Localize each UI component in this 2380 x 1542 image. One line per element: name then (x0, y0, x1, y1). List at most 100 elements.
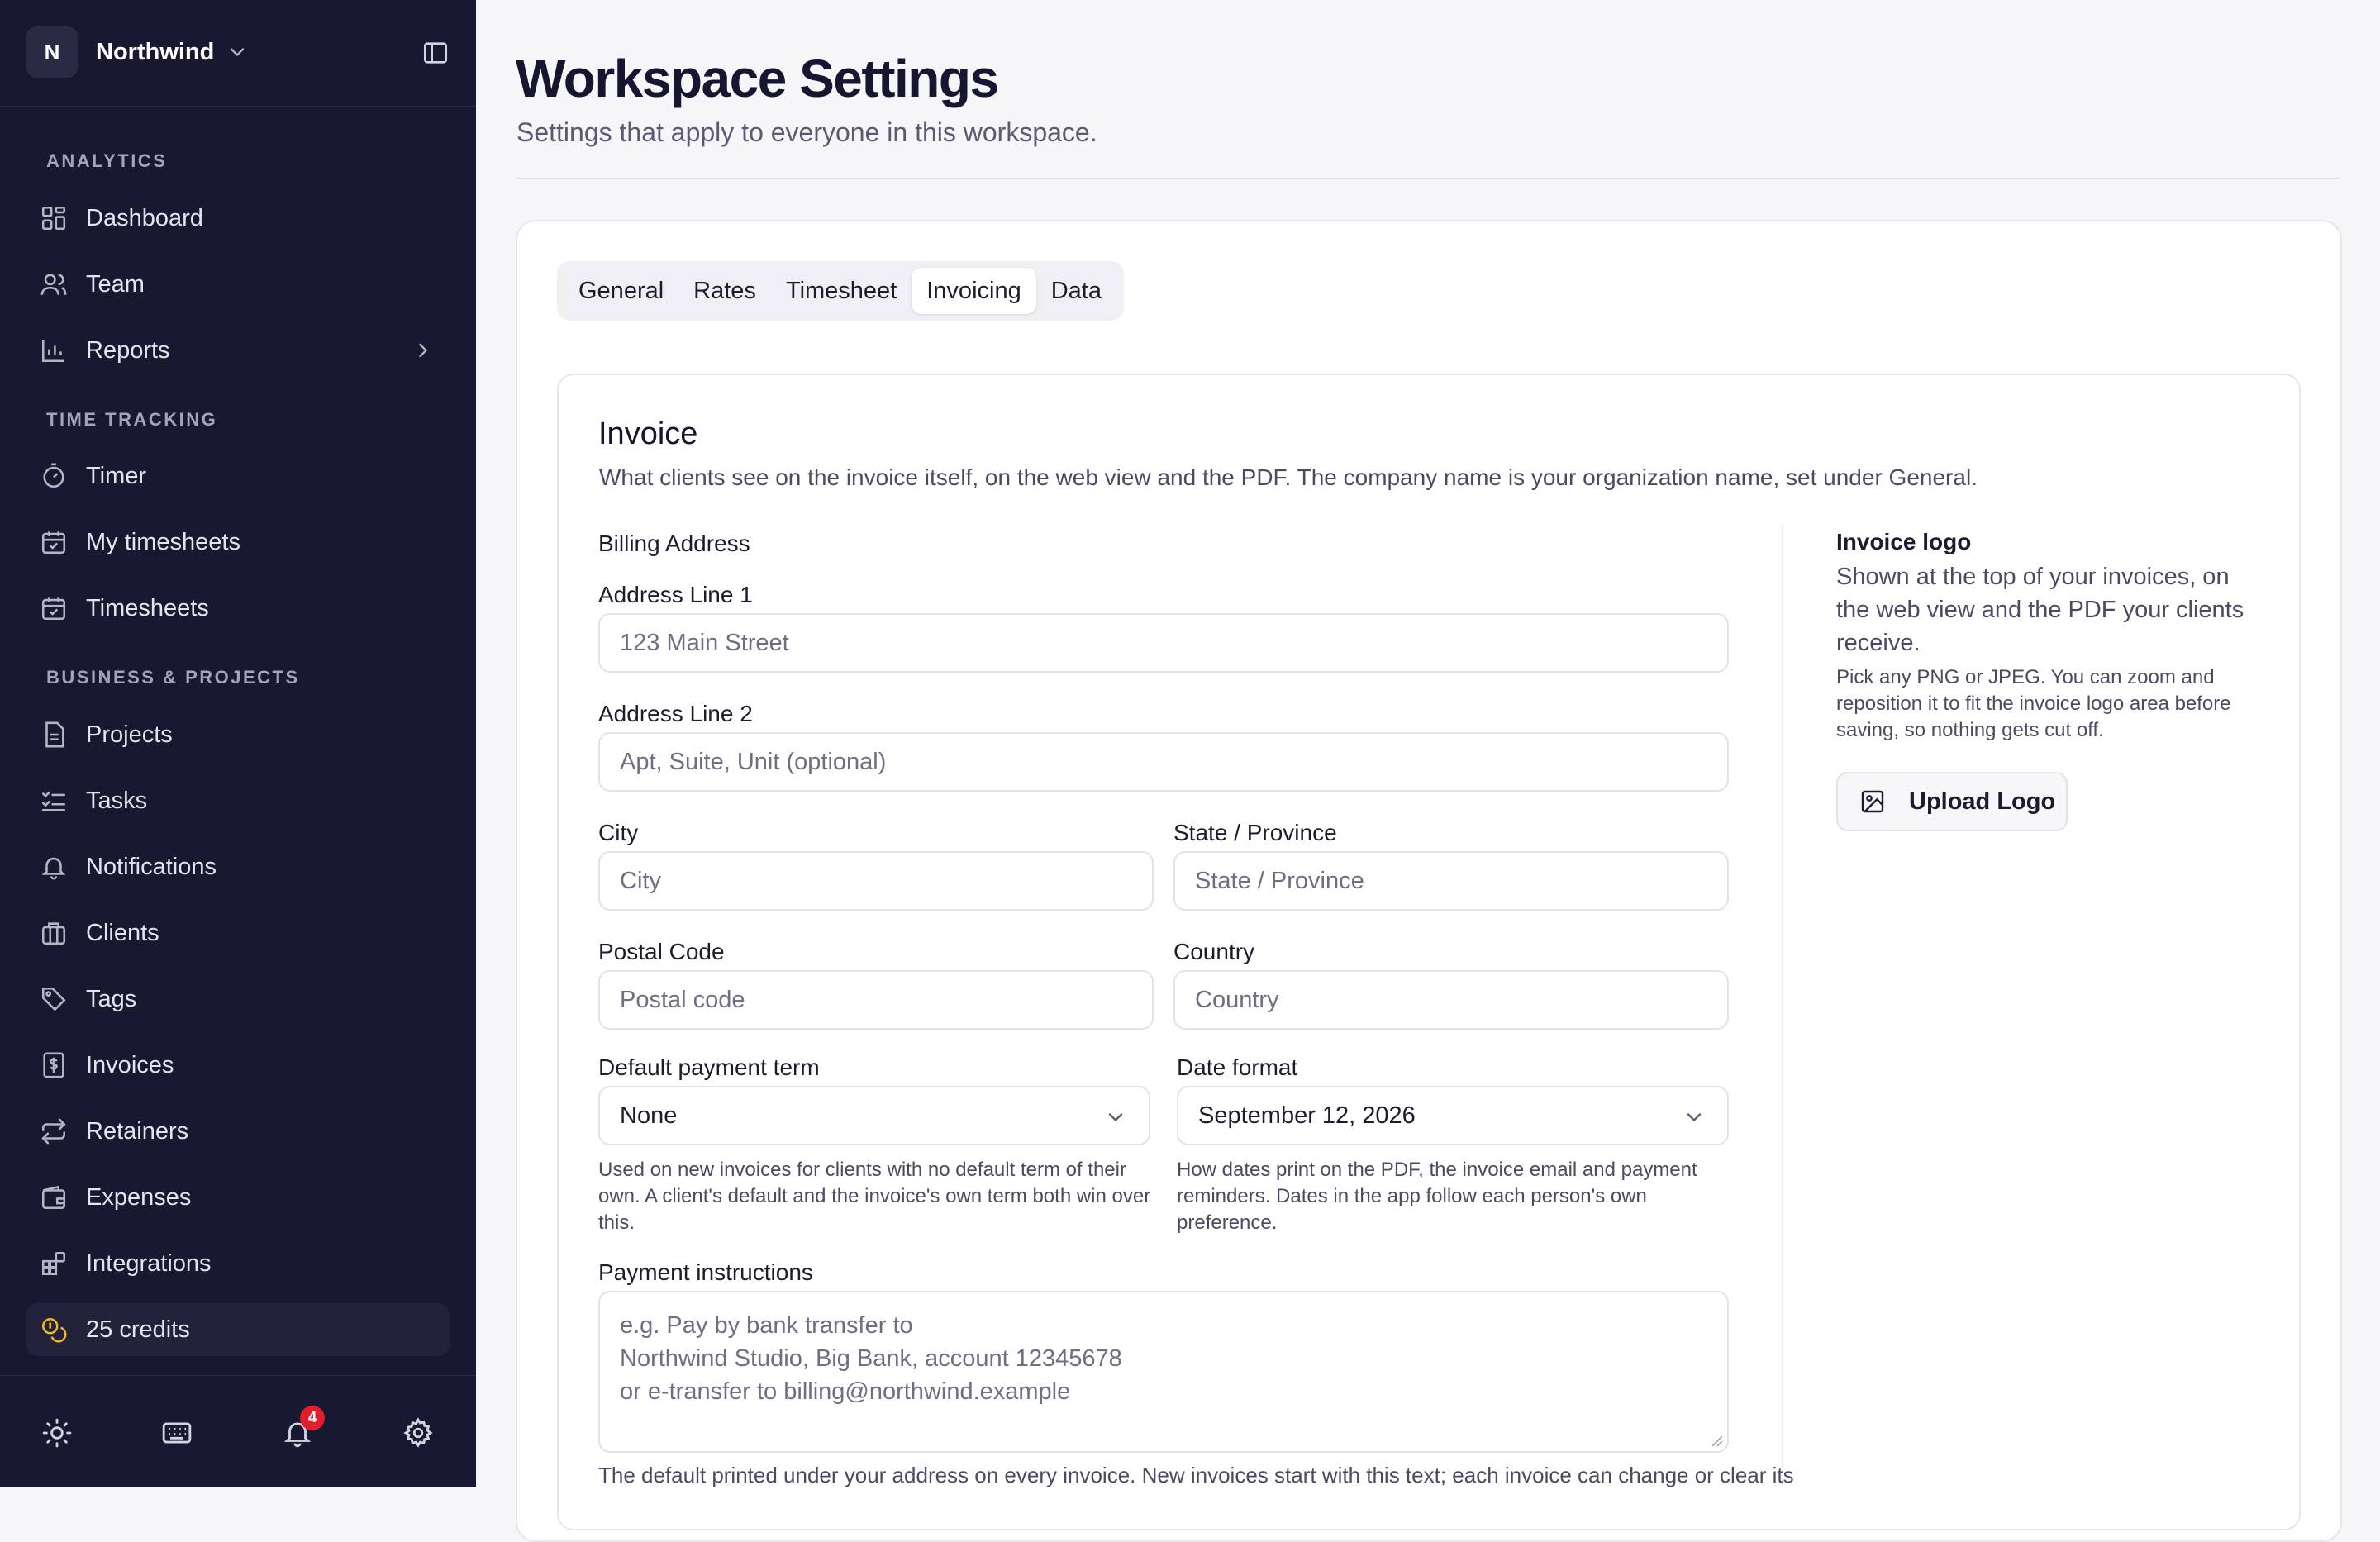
sidebar-item-notifications[interactable]: Notifications (26, 840, 450, 893)
sidebar-item-my-timesheets[interactable]: My timesheets (26, 516, 450, 569)
bell-icon (41, 857, 66, 880)
calendar-check-icon (41, 597, 66, 621)
city-label: City (598, 820, 639, 845)
dashboard-icon (41, 206, 66, 231)
sidebar-item-label: 25 credits (86, 1316, 190, 1343)
sidebar-item-retainers[interactable]: Retainers (26, 1105, 450, 1158)
tab-data[interactable]: Data (1036, 268, 1116, 314)
date-format-help: How dates print on the PDF, the invoice … (1177, 1159, 1697, 1234)
sidebar-item-label: Team (86, 270, 145, 297)
sidebar-item-label: Expenses (86, 1183, 192, 1211)
notifications-button[interactable]: 4 (282, 1406, 325, 1449)
sidebar-item-label: Projects (86, 721, 173, 748)
file-icon (45, 721, 64, 748)
chevron-down-icon (231, 48, 245, 57)
state-input[interactable]: State / Province (1173, 851, 1729, 911)
tab-timesheet[interactable]: Timesheet (771, 268, 912, 314)
timer-icon (43, 463, 64, 488)
sidebar-item-tasks[interactable]: Tasks (26, 774, 450, 827)
invoice-section-description: What clients see on the invoice itself, … (599, 464, 1978, 490)
sidebar-item-reports[interactable]: Reports (26, 324, 450, 377)
upload-logo-button[interactable]: Upload Logo (1836, 772, 2068, 831)
postal-code-input[interactable]: Postal code (598, 970, 1154, 1030)
date-format-label: Date format (1177, 1054, 1298, 1080)
workspace-switcher[interactable]: N Northwind (26, 25, 450, 79)
header-divider (516, 178, 2340, 179)
sidebar-item-timer[interactable]: Timer (26, 450, 450, 502)
date-format-select[interactable]: September 12, 2026 (1177, 1086, 1729, 1145)
payment-instructions-help: The default printed under your address o… (598, 1463, 1794, 1487)
sidebar-item-label: Integrations (86, 1249, 212, 1277)
tab-general[interactable]: General (564, 268, 678, 314)
sidebar-item-timesheets[interactable]: Timesheets (26, 582, 450, 635)
invoice-dollar-icon (43, 1052, 64, 1078)
payment-term-help: Used on new invoices for clients with no… (598, 1159, 1151, 1234)
country-input[interactable]: Country (1173, 970, 1729, 1030)
coins-icon (41, 1317, 67, 1343)
sidebar-divider (0, 106, 476, 107)
sidebar-item-expenses[interactable]: Expenses (26, 1171, 450, 1224)
sidebar-item-team[interactable]: Team (26, 258, 450, 311)
sidebar-item-projects[interactable]: Projects (26, 708, 450, 761)
address-line2-label: Address Line 2 (598, 701, 753, 726)
sidebar-item-label: Clients (86, 919, 159, 946)
sidebar-footer: 4 (0, 1375, 476, 1487)
address-line2-input[interactable]: Apt, Suite, Unit (optional) (598, 732, 1729, 792)
sidebar-item-label: Tasks (86, 787, 148, 814)
gear-icon[interactable] (402, 1417, 434, 1449)
page-title: Workspace Settings (516, 49, 999, 108)
chevron-down-icon (1108, 1113, 1123, 1122)
tab-invoicing[interactable]: Invoicing (912, 268, 1036, 314)
invoice-logo-hint: Pick any PNG or JPEG. You can zoom and r… (1836, 666, 2231, 741)
section-business-projects: BUSINESS & PROJECTS (46, 667, 300, 688)
sidebar-item-tags[interactable]: Tags (26, 973, 450, 1026)
sidebar-item-label: My timesheets (86, 528, 240, 555)
sidebar-item-label: Invoices (86, 1051, 174, 1078)
placeholder-line: Northwind Studio, Big Bank, account 1234… (620, 1345, 1122, 1372)
sidebar-item-clients[interactable]: Clients (26, 907, 450, 959)
sidebar-item-label: Timer (86, 462, 147, 489)
keyboard-icon[interactable] (161, 1417, 193, 1449)
sun-icon[interactable] (41, 1417, 73, 1449)
state-label: State / Province (1173, 820, 1337, 845)
payment-instructions-label: Payment instructions (598, 1259, 813, 1285)
calendar-check-icon (41, 531, 66, 554)
invoice-section-title: Invoice (598, 416, 698, 451)
city-input[interactable]: City (598, 851, 1154, 911)
placeholder-line: e.g. Pay by bank transfer to (620, 1312, 913, 1339)
sidebar-item-dashboard[interactable]: Dashboard (26, 192, 450, 245)
sidebar-item-invoices[interactable]: Invoices (26, 1039, 450, 1092)
payment-instructions-textarea[interactable]: e.g. Pay by bank transfer to Northwind S… (598, 1291, 1729, 1453)
column-divider (1782, 526, 1783, 1487)
sidebar: N Northwind ANALYTICS Dashboard Team Rep… (0, 0, 476, 1487)
payment-term-select[interactable]: None (598, 1086, 1150, 1145)
sidebar-item-label: Timesheets (86, 594, 209, 621)
sidebar-item-integrations[interactable]: Integrations (26, 1237, 450, 1290)
sidebar-item-label: Notifications (86, 853, 217, 880)
tag-icon (41, 987, 66, 1011)
section-analytics: ANALYTICS (46, 150, 168, 171)
sidebar-item-label: Dashboard (86, 204, 203, 231)
payment-term-value: None (620, 1102, 678, 1129)
sidebar-item-label: Retainers (86, 1117, 189, 1145)
address-line1-input[interactable]: 123 Main Street (598, 613, 1729, 673)
chevron-right-icon (419, 343, 428, 358)
invoice-logo-title: Invoice logo (1836, 529, 1972, 554)
resize-handle-icon[interactable] (1707, 1431, 1724, 1448)
tab-rates[interactable]: Rates (678, 268, 771, 314)
page-subtitle: Settings that apply to everyone in this … (516, 117, 1097, 147)
blocks-icon (41, 1251, 66, 1276)
section-time-tracking: TIME TRACKING (46, 409, 218, 430)
sidebar-toggle-icon[interactable] (421, 39, 450, 67)
postal-code-label: Postal Code (598, 939, 725, 964)
upload-logo-label: Upload Logo (1909, 788, 2056, 815)
settings-tabs: General Rates Timesheet Invoicing Data (557, 261, 1124, 321)
sidebar-item-credits[interactable]: 25 credits (26, 1303, 450, 1356)
bar-chart-icon (41, 340, 64, 363)
chevron-down-icon (1687, 1113, 1702, 1122)
workspace-name: Northwind (96, 38, 215, 65)
date-format-value: September 12, 2026 (1198, 1102, 1416, 1129)
sidebar-item-label: Reports (86, 336, 170, 364)
repeat-icon (41, 1118, 66, 1145)
billing-address-label: Billing Address (598, 531, 750, 556)
